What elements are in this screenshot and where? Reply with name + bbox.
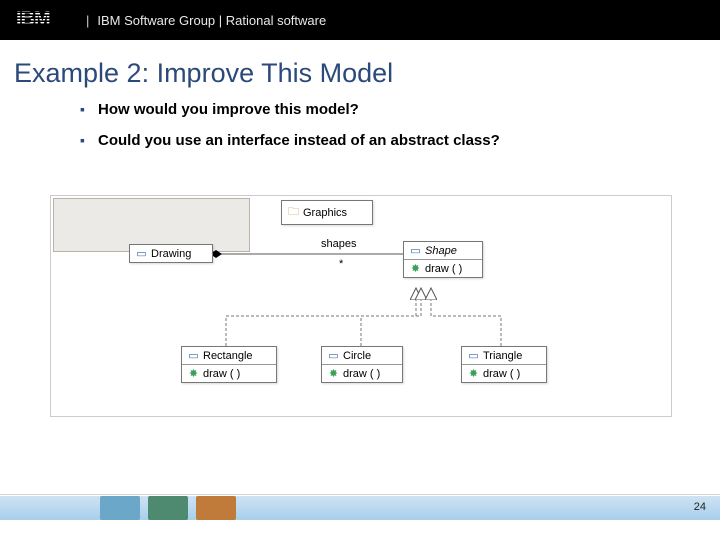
class-icon: ▭ bbox=[468, 349, 479, 362]
uml-op: draw ( ) bbox=[483, 368, 520, 380]
footer-decoration bbox=[100, 496, 236, 520]
uml-assoc-label: shapes bbox=[321, 238, 356, 250]
bullet-list: How would you improve this model? Could … bbox=[58, 101, 720, 149]
operation-icon: ✸ bbox=[188, 367, 199, 380]
uml-op: draw ( ) bbox=[343, 368, 380, 380]
uml-class-shape: ▭ Shape ✸ draw ( ) bbox=[403, 241, 483, 278]
operation-icon: ✸ bbox=[468, 367, 479, 380]
class-icon: ▭ bbox=[188, 349, 199, 362]
class-icon: ▭ bbox=[328, 349, 339, 362]
package-icon: 🗀 bbox=[288, 203, 299, 222]
uml-name: Rectangle bbox=[203, 350, 253, 362]
ibm-logo-icon: IBM bbox=[16, 7, 70, 34]
slide-title: Example 2: Improve This Model bbox=[14, 58, 720, 89]
uml-name: Triangle bbox=[483, 350, 522, 362]
operation-icon: ✸ bbox=[410, 262, 421, 275]
bullet-item: Could you use an interface instead of an… bbox=[98, 132, 720, 149]
uml-op: draw ( ) bbox=[425, 263, 462, 275]
uml-assoc-mult: * bbox=[339, 258, 343, 270]
uml-name: Circle bbox=[343, 350, 371, 362]
uml-package-graphics: 🗀 Graphics bbox=[281, 200, 373, 225]
uml-class-circle: ▭ Circle ✸ draw ( ) bbox=[321, 346, 403, 383]
uml-op: draw ( ) bbox=[203, 368, 240, 380]
svg-text:IBM: IBM bbox=[16, 8, 50, 29]
uml-name: Shape bbox=[425, 245, 457, 257]
operation-icon: ✸ bbox=[328, 367, 339, 380]
uml-diagram: 🗀 Graphics ▭ Drawing shapes * ▭ Shape ✸ … bbox=[50, 195, 672, 417]
slide-footer: 24 bbox=[0, 494, 720, 520]
uml-name: Drawing bbox=[151, 248, 191, 260]
header-text: IBM Software Group | Rational software bbox=[97, 13, 326, 28]
class-icon: ▭ bbox=[410, 244, 421, 257]
uml-class-drawing: ▭ Drawing bbox=[129, 244, 213, 263]
class-icon: ▭ bbox=[136, 247, 147, 260]
bullet-item: How would you improve this model? bbox=[98, 101, 720, 118]
slide-header: IBM | IBM Software Group | Rational soft… bbox=[0, 0, 720, 40]
page-number: 24 bbox=[694, 501, 706, 513]
uml-class-rectangle: ▭ Rectangle ✸ draw ( ) bbox=[181, 346, 277, 383]
header-divider: | bbox=[86, 13, 89, 28]
uml-name: Graphics bbox=[303, 207, 347, 219]
uml-class-triangle: ▭ Triangle ✸ draw ( ) bbox=[461, 346, 547, 383]
